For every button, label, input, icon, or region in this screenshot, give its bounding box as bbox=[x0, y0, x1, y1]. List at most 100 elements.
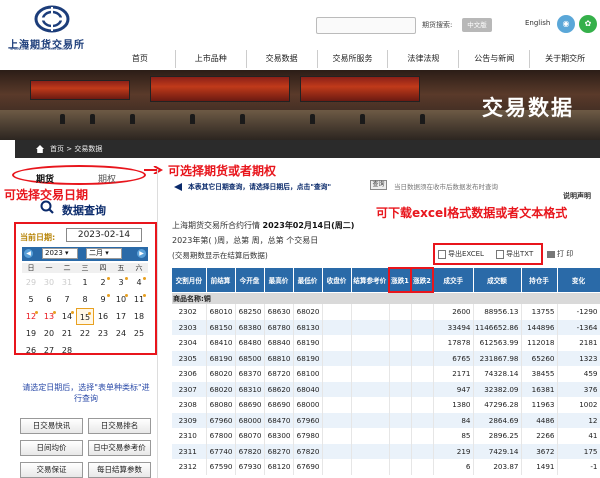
exchange-logo[interactable]: 上海期货交易所 SHANGHAI FUTURES EXCHANGE bbox=[8, 5, 124, 51]
breadcrumb[interactable]: 首页 > 交易数据 bbox=[50, 144, 102, 154]
month-select[interactable]: 二月 ▾ bbox=[86, 248, 122, 259]
calendar-day[interactable]: 18 bbox=[130, 308, 148, 325]
calendar-day[interactable]: 9 bbox=[94, 291, 112, 308]
publish-note: 当日数据须在收市后数据发布时查询 bbox=[394, 183, 498, 191]
table-row[interactable]: 2309 67960 68000 68470 67960 84 2864.69 4486 12 bbox=[172, 412, 600, 428]
daily-trading-news-button[interactable]: 日交易快讯 bbox=[20, 418, 83, 434]
table-cell: 68100 bbox=[293, 366, 323, 382]
table-cell: 68120 bbox=[264, 459, 294, 475]
date-input[interactable]: 2023-02-14 bbox=[66, 228, 142, 242]
table-cell: -1 bbox=[557, 459, 600, 475]
daily-average-price-button[interactable]: 日间均价 bbox=[20, 440, 83, 456]
calendar-day[interactable]: 14 bbox=[58, 308, 76, 325]
calendar-day[interactable]: 28 bbox=[58, 342, 76, 359]
table-row[interactable]: 2307 68020 68310 68620 68040 947 32382.09 16381… bbox=[172, 381, 600, 397]
calendar-day[interactable]: 26 bbox=[22, 342, 40, 359]
english-link[interactable]: English bbox=[525, 19, 550, 27]
table-cell: 68150 bbox=[206, 319, 236, 335]
calendar-next-icon[interactable]: ▶ bbox=[137, 249, 146, 258]
nav-about[interactable]: 关于期交所 bbox=[530, 50, 600, 68]
table-cell: 2864.69 bbox=[473, 412, 522, 428]
calendar-day[interactable]: 1 bbox=[76, 274, 94, 291]
table-row[interactable]: 2310 67800 68070 68300 67980 85 2896.25 2266 41 bbox=[172, 428, 600, 444]
weibo-icon[interactable]: ◉ bbox=[557, 15, 575, 33]
calendar-day[interactable]: 2 bbox=[94, 274, 112, 291]
annotation-download: 可下载excel格式数据或者文本格式 bbox=[376, 206, 568, 220]
table-cell: 47296.28 bbox=[473, 397, 522, 413]
calendar-day[interactable]: 6 bbox=[40, 291, 58, 308]
table-row[interactable]: 2312 67590 67930 68120 67690 6 203.87 1491 -1 bbox=[172, 459, 600, 475]
calendar-day[interactable]: 27 bbox=[40, 342, 58, 359]
annotation-oval bbox=[12, 165, 146, 185]
search-input[interactable] bbox=[316, 17, 416, 34]
week-line: 2023年第( )周，总第 周，总第 个交易日 bbox=[172, 236, 319, 245]
tab-options[interactable]: 期权 bbox=[98, 172, 116, 185]
date-label: 当前日期: bbox=[20, 233, 56, 242]
table-cell: 68690 bbox=[264, 397, 294, 413]
table-row[interactable]: 2304 68410 68480 68840 68190 17878 612563.99 11… bbox=[172, 335, 600, 351]
calendar-day[interactable]: 12 bbox=[22, 308, 40, 325]
calendar-day[interactable]: 21 bbox=[58, 325, 76, 342]
table-cell: 2305 bbox=[172, 350, 207, 366]
print-button[interactable]: 打 印 bbox=[547, 249, 573, 259]
calendar-day[interactable]: 11 bbox=[130, 291, 148, 308]
calendar-prev-icon[interactable]: ◀ bbox=[24, 249, 33, 258]
daily-ranking-button[interactable]: 日交易排名 bbox=[88, 418, 151, 434]
calendar-day[interactable]: 15 bbox=[76, 308, 94, 325]
calendar-day[interactable]: 5 bbox=[22, 291, 40, 308]
tab-futures[interactable]: 期货 bbox=[36, 172, 54, 185]
nav-laws[interactable]: 法律法规 bbox=[388, 50, 460, 68]
year-select[interactable]: 2023 ▾ bbox=[42, 248, 78, 259]
table-cell bbox=[411, 335, 434, 351]
chinese-version-button[interactable]: 中文版 bbox=[462, 18, 492, 32]
calendar-day[interactable]: 25 bbox=[130, 325, 148, 342]
nav-news[interactable]: 公告与新闻 bbox=[459, 50, 531, 68]
calendar-day[interactable]: 7 bbox=[58, 291, 76, 308]
wechat-icon[interactable]: ✿ bbox=[579, 15, 597, 33]
calendar-day[interactable]: 20 bbox=[40, 325, 58, 342]
calendar-day[interactable]: 4 bbox=[130, 274, 148, 291]
table-cell: 68000 bbox=[235, 412, 265, 428]
table-row[interactable]: 2303 68150 68380 68780 68130 33494 1146652.86 1… bbox=[172, 319, 600, 335]
table-row[interactable]: 2311 67740 67820 68270 67820 219 7429.14 3672 17… bbox=[172, 443, 600, 459]
column-header: 持仓手 bbox=[521, 268, 558, 292]
trading-floor-banner: 交易数据 bbox=[0, 70, 600, 140]
settlement-params-button[interactable]: 每日结算参数 bbox=[88, 462, 151, 478]
nav-trading-data[interactable]: 交易数据 bbox=[247, 50, 318, 68]
export-excel-button[interactable]: 导出EXCEL bbox=[438, 249, 484, 259]
calendar-day[interactable]: 30 bbox=[40, 274, 58, 291]
nav-listed-products[interactable]: 上市品种 bbox=[176, 50, 247, 68]
table-cell bbox=[389, 428, 412, 444]
table-cell: 68690 bbox=[235, 397, 265, 413]
reference-price-button[interactable]: 日中交易参考价 bbox=[88, 440, 151, 456]
calendar-day[interactable]: 29 bbox=[22, 274, 40, 291]
table-cell bbox=[389, 459, 412, 475]
nav-home[interactable]: 首页 bbox=[105, 50, 176, 68]
calendar-day[interactable]: 8 bbox=[76, 291, 94, 308]
table-cell bbox=[389, 412, 412, 428]
export-txt-label: 导出TXT bbox=[506, 250, 534, 258]
calendar-day[interactable]: 10 bbox=[112, 291, 130, 308]
calendar-day[interactable]: 19 bbox=[22, 325, 40, 342]
nav-exchange-services[interactable]: 交易所服务 bbox=[318, 50, 389, 68]
calendar-day[interactable]: 13 bbox=[40, 308, 58, 325]
table-row[interactable]: 2306 68020 68370 68720 68100 2171 74328.14 3845… bbox=[172, 366, 600, 382]
calendar-day[interactable]: 24 bbox=[112, 325, 130, 342]
table-row[interactable]: 2302 68010 68250 68630 68020 2600 88956.13 1375… bbox=[172, 304, 600, 320]
trading-margin-button[interactable]: 交易保证 bbox=[20, 462, 83, 478]
table-row[interactable]: 2305 68190 68500 68810 68190 6765 231867.98 652… bbox=[172, 350, 600, 366]
export-txt-button[interactable]: 导出TXT bbox=[496, 249, 533, 259]
table-cell: 68410 bbox=[206, 335, 236, 351]
calendar-day[interactable]: 16 bbox=[94, 308, 112, 325]
calendar-day[interactable]: 17 bbox=[112, 308, 130, 325]
calendar-day[interactable]: 3 bbox=[112, 274, 130, 291]
table-cell bbox=[389, 350, 412, 366]
table-cell: 175 bbox=[557, 443, 600, 459]
query-button[interactable]: 查询 bbox=[370, 180, 387, 190]
column-header: 成交额 bbox=[473, 268, 522, 292]
disclaimer-link[interactable]: 说明声明 bbox=[563, 191, 591, 201]
calendar-day[interactable]: 22 bbox=[76, 325, 94, 342]
table-row[interactable]: 2308 68080 68690 68690 68000 1380 47296.28 1196… bbox=[172, 397, 600, 413]
calendar-day[interactable]: 31 bbox=[58, 274, 76, 291]
calendar-day[interactable]: 23 bbox=[94, 325, 112, 342]
